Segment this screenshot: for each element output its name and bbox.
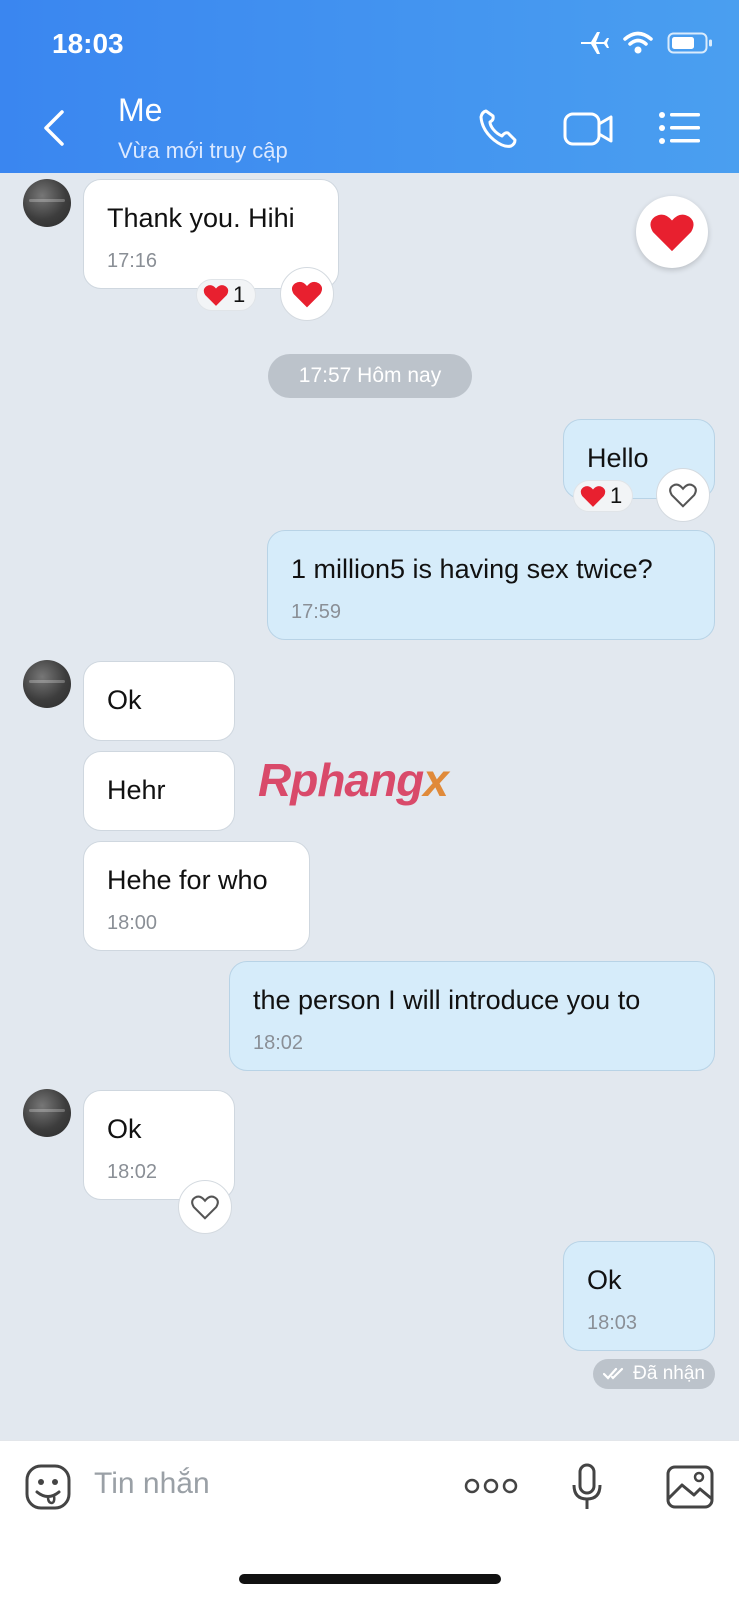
message-time: 18:03 bbox=[587, 1312, 638, 1334]
chat-header: 18:03 Me Vừa mới truy cập bbox=[0, 0, 739, 173]
message-time: 18:00 bbox=[107, 912, 158, 934]
incoming-message[interactable]: Ok bbox=[83, 661, 235, 741]
battery-icon bbox=[667, 32, 712, 54]
message-text: 1 million5 is having sex twice? bbox=[291, 554, 653, 584]
status-icons bbox=[579, 30, 713, 56]
message-time: 18:02 bbox=[107, 1161, 158, 1183]
react-button[interactable] bbox=[280, 267, 334, 321]
back-arrow-icon[interactable] bbox=[40, 108, 68, 148]
react-button[interactable] bbox=[656, 468, 710, 522]
avatar[interactable] bbox=[23, 179, 71, 227]
avatar[interactable] bbox=[23, 1089, 71, 1137]
heart-outline-icon bbox=[669, 483, 697, 508]
airplane-icon bbox=[581, 32, 609, 54]
more-options-icon[interactable] bbox=[464, 1477, 518, 1495]
react-button[interactable] bbox=[178, 1180, 232, 1234]
image-gallery-icon[interactable] bbox=[666, 1465, 714, 1509]
conversation-subtitle: Vừa mới truy cập bbox=[118, 138, 288, 163]
home-indicator bbox=[239, 1574, 501, 1584]
watermark-main: Rphang bbox=[258, 754, 424, 806]
message-text: Ok bbox=[107, 685, 142, 715]
message-text: Hello bbox=[587, 443, 649, 473]
reaction-count[interactable]: 1 bbox=[196, 279, 257, 311]
reaction-count-value: 1 bbox=[610, 483, 623, 508]
wifi-icon bbox=[623, 31, 653, 54]
heart-icon bbox=[580, 486, 606, 507]
message-text: Thank you. Hihi bbox=[107, 203, 295, 233]
heart-icon bbox=[650, 214, 694, 252]
double-check-icon bbox=[603, 1367, 624, 1380]
status-time: 18:03 bbox=[52, 28, 124, 59]
message-text: Ok bbox=[107, 1114, 142, 1144]
reaction-count-value: 1 bbox=[233, 282, 246, 307]
microphone-icon[interactable] bbox=[570, 1463, 604, 1511]
floating-heart-reaction[interactable] bbox=[636, 196, 708, 268]
date-divider: 17:57 Hôm nay bbox=[268, 354, 472, 398]
message-list[interactable]: Thank you. Hihi 17:16 1 17:57 Hôm nay He… bbox=[0, 173, 739, 1440]
message-time: 17:16 bbox=[107, 250, 158, 272]
menu-list-icon[interactable] bbox=[658, 111, 700, 145]
heart-outline-icon bbox=[191, 1195, 219, 1220]
message-time: 17:59 bbox=[291, 601, 342, 623]
heart-icon bbox=[291, 281, 323, 308]
outgoing-message[interactable]: Ok 18:03 bbox=[563, 1241, 715, 1351]
delivery-status: Đã nhận bbox=[593, 1359, 715, 1389]
reaction-count[interactable]: 1 bbox=[573, 480, 634, 512]
phone-call-icon[interactable] bbox=[478, 108, 518, 150]
outgoing-message[interactable]: 1 million5 is having sex twice? 17:59 bbox=[267, 530, 715, 640]
conversation-title: Me bbox=[118, 92, 163, 128]
outgoing-message[interactable]: the person I will introduce you to 18:02 bbox=[229, 961, 715, 1071]
heart-icon bbox=[203, 285, 229, 306]
delivery-status-text: Đã nhận bbox=[633, 1363, 705, 1384]
message-text: Hehr bbox=[107, 775, 166, 805]
message-input[interactable]: Tin nhắn bbox=[94, 1467, 210, 1501]
message-composer: Tin nhắn bbox=[0, 1440, 739, 1600]
message-time: 18:02 bbox=[253, 1032, 304, 1054]
video-call-icon[interactable] bbox=[563, 110, 613, 148]
watermark-tail: x bbox=[423, 754, 449, 806]
message-text: Ok bbox=[587, 1265, 622, 1295]
sticker-emoji-icon[interactable] bbox=[24, 1463, 72, 1511]
watermark: Rphangx bbox=[258, 753, 449, 807]
message-text: Hehe for who bbox=[107, 865, 268, 895]
message-text: the person I will introduce you to bbox=[253, 985, 641, 1015]
incoming-message[interactable]: Hehe for who 18:00 bbox=[83, 841, 310, 951]
incoming-message[interactable]: Hehr bbox=[83, 751, 235, 831]
avatar[interactable] bbox=[23, 660, 71, 708]
